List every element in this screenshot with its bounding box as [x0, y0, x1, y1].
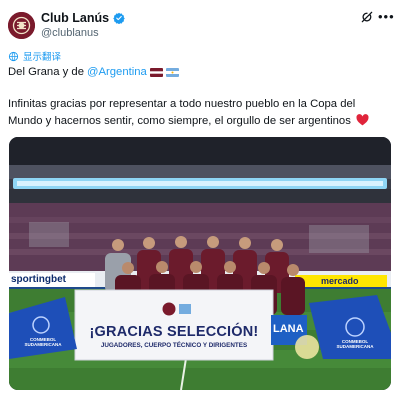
author-name-row: Club Lanús — [41, 11, 125, 25]
tweet-body-line2-wrap: Mundo y hacernos sentir, como siempre, e… — [8, 113, 400, 130]
verified-badge-icon — [113, 12, 125, 24]
banner-subtitle: JUGADORES, CUERPO TÉCNICO Y DIRIGENTES — [100, 342, 248, 349]
grok-icon[interactable] — [360, 10, 374, 24]
ad-lana: LANA — [273, 323, 304, 335]
team-photo-image — [9, 137, 391, 390]
board-right: CONMEBOL SUDAMERICANA — [336, 339, 374, 349]
author-handle[interactable]: @clublanus — [41, 27, 99, 39]
red-heart-icon — [356, 114, 369, 126]
show-translation-link[interactable]: 显示翻译 — [8, 49, 61, 63]
flag-lanus-icon — [149, 67, 163, 77]
translate-label: 显示翻译 — [23, 52, 62, 63]
more-options-icon[interactable]: ••• — [378, 10, 395, 23]
author-name[interactable]: Club Lanús — [41, 11, 109, 25]
board-left: CONMEBOL SUDAMERICANA — [24, 337, 62, 347]
line1-prefix: Del Grana y de — [8, 66, 84, 78]
tweet-photo[interactable]: sportingbet mercado LANA CONMEBOL SUDAME… — [9, 137, 391, 390]
banner-title: ¡GRACIAS SELECCIÓN! — [89, 324, 259, 340]
ad-sportingbet: sportingbet — [11, 274, 66, 285]
ad-mercado: mercado — [321, 276, 359, 286]
flag-argentina-icon — [165, 67, 179, 77]
tweet-body-line2: Mundo y hacernos sentir, como siempre, e… — [8, 115, 351, 127]
tweet-body: Infinitas gracias por representar a todo… — [8, 96, 400, 130]
tweet-text-line1: Del Grana y de @Argentina — [8, 66, 179, 78]
translate-icon — [8, 51, 19, 61]
mention-argentina[interactable]: @Argentina — [87, 66, 147, 78]
author-avatar[interactable] — [8, 12, 35, 39]
tweet-body-line1: Infinitas gracias por representar a todo… — [8, 98, 356, 110]
club-crest-icon — [8, 12, 35, 39]
